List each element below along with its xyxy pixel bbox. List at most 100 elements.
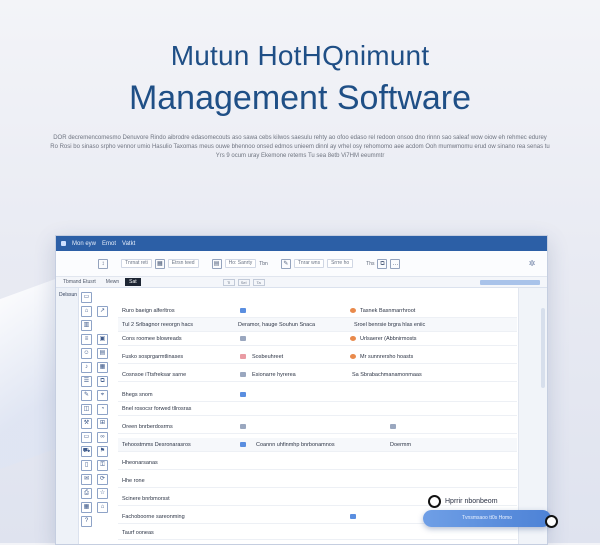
list-item[interactable]: Bnel rosocsr forwed tllrosras bbox=[118, 402, 517, 416]
icon-column: ▭ ⌂ ↗ ▥ ≡ ▣ ☺ ▤ ♪ ▦ ☰ ⧉ ✎ ⌖ ◫ ◔ ⚒ ⊞ ▭ ∞ … bbox=[79, 288, 117, 544]
toolbar-group: Ths ⧉ … bbox=[366, 258, 403, 269]
status-icon bbox=[240, 308, 246, 313]
title-menu-item[interactable]: Mon eyw bbox=[72, 241, 96, 247]
row-title: Ruro baeign alferltros bbox=[122, 307, 175, 314]
row-category: Sosbeuhreet bbox=[252, 353, 284, 360]
list-item[interactable]: Bhegs snom bbox=[118, 388, 517, 402]
sync-icon[interactable]: ⟳ bbox=[97, 474, 108, 485]
grid-icon[interactable]: ▤ bbox=[211, 258, 222, 269]
list-item[interactable]: Fusko sosprgarmtlinases Sosbeuhreet Mr s… bbox=[118, 350, 517, 364]
calendar-icon[interactable]: ▦ bbox=[154, 258, 165, 269]
cart-icon[interactable]: ⊞ bbox=[97, 418, 108, 429]
status-icon bbox=[350, 336, 356, 341]
filter-field[interactable]: Etrsn teed bbox=[167, 259, 199, 268]
toolbar-text: Ths bbox=[366, 260, 375, 267]
flag-icon[interactable]: ⚑ bbox=[97, 446, 108, 457]
list-item[interactable]: Oreen bnrberdosrms bbox=[118, 420, 517, 434]
tab-menu[interactable]: Mewn bbox=[102, 278, 123, 286]
row-title: Taurf ooneas bbox=[122, 529, 154, 536]
pin-icon[interactable]: ✎ bbox=[280, 258, 291, 269]
scrollbar[interactable] bbox=[518, 288, 547, 544]
hero-title-line2: Management Software bbox=[128, 79, 472, 117]
filter-field[interactable]: Srrre ho bbox=[327, 259, 354, 268]
list-icon[interactable]: ≡ bbox=[81, 334, 92, 345]
tab-overview[interactable]: Tbmand Etusrt bbox=[59, 278, 100, 286]
link-icon[interactable]: ⧉ bbox=[377, 258, 388, 269]
list-item[interactable]: Ruro baeign alferltros Tasnek Basnmarrhr… bbox=[118, 304, 517, 318]
list-item[interactable]: Cons roomee blowreads Urlsaerer (Abbnirm… bbox=[118, 332, 517, 346]
edit-icon[interactable]: ✎ bbox=[81, 390, 92, 401]
chart-icon[interactable]: ▥ bbox=[81, 320, 92, 331]
folder-icon[interactable]: ▭ bbox=[81, 292, 92, 303]
stack-icon[interactable]: ☰ bbox=[81, 376, 92, 387]
status-icon bbox=[240, 372, 246, 377]
grid-small-icon[interactable]: ▦ bbox=[97, 362, 108, 373]
box-icon[interactable]: ▣ bbox=[97, 334, 108, 345]
inbox-icon[interactable]: ▭ bbox=[81, 432, 92, 443]
row-title: Hheonarsanas bbox=[122, 459, 158, 466]
app-logo-icon bbox=[61, 241, 66, 246]
filter-field[interactable]: Ho: Sanrty bbox=[224, 259, 257, 268]
list-item[interactable]: Tul 2 Srlbagnor reeorgn hacs Deramor, ha… bbox=[118, 318, 517, 332]
list-item[interactable]: Hheonarsanas bbox=[118, 456, 517, 470]
row-detail: Urlsaerer (Abbnirmosts bbox=[360, 335, 417, 342]
tab-active[interactable]: Sat bbox=[125, 278, 141, 286]
sidebar-label[interactable]: Delssun bbox=[56, 288, 78, 298]
row-title: Cosnsoe iTtsfreksar sarne bbox=[122, 371, 187, 378]
floating-action-button[interactable]: Tvnsmsaoo tt0s Homo bbox=[423, 510, 558, 528]
user-icon[interactable]: ☺ bbox=[81, 348, 92, 359]
row-detail: Sa Sbrabachmanamonmaas bbox=[352, 371, 422, 378]
toolbar-group: ↕ bbox=[98, 258, 111, 269]
copy-icon[interactable]: ⧉ bbox=[97, 376, 108, 387]
status-icon bbox=[350, 514, 356, 519]
toolbar: ↕ Tnrnat reti ▦ Etrsn teed ▤ Ho: Sanrty … bbox=[56, 251, 547, 277]
settings-sparkle-icon[interactable]: ✲ bbox=[527, 259, 537, 269]
row-title: Tehoostmms Desronarasros bbox=[122, 441, 191, 448]
sort-icon[interactable]: ↕ bbox=[98, 258, 108, 269]
sidebar: Delssun bbox=[56, 288, 79, 544]
tag-icon[interactable]: ⌂ bbox=[81, 306, 92, 317]
list-item[interactable]: Taurf ooneas bbox=[118, 526, 517, 540]
floating-label: Hprrir nbonbeom bbox=[428, 495, 498, 508]
tools-icon[interactable]: ⚒ bbox=[81, 418, 92, 429]
lock-icon[interactable]: ⌂ bbox=[97, 502, 108, 513]
clock-icon[interactable]: ◔ bbox=[97, 404, 108, 415]
archive-icon[interactable]: ▦ bbox=[81, 502, 92, 513]
row-title: Bhegs snom bbox=[122, 391, 153, 398]
scrollbar-thumb[interactable] bbox=[541, 308, 545, 388]
key-icon[interactable]: ⚿ bbox=[97, 460, 108, 471]
status-icon bbox=[240, 442, 246, 447]
row-title: Oreen bnrberdosrms bbox=[122, 423, 173, 430]
floating-label-text: Hprrir nbonbeom bbox=[445, 498, 498, 505]
tab-filter-box[interactable]: Ta bbox=[252, 278, 265, 286]
star-icon[interactable]: ☆ bbox=[97, 488, 108, 499]
list-item[interactable]: Cosnsoe iTtsfreksar sarne Esionarre hyre… bbox=[118, 368, 517, 382]
list-item[interactable]: Hhe rone bbox=[118, 474, 517, 488]
arrow-icon[interactable]: ↗ bbox=[97, 306, 108, 317]
filter-field[interactable]: Tnrar wns bbox=[293, 259, 325, 268]
drag-handle-icon[interactable] bbox=[545, 515, 558, 528]
tab-filter-box[interactable]: Ti bbox=[222, 278, 235, 286]
link-small-icon[interactable]: ∞ bbox=[97, 432, 108, 443]
map-icon[interactable]: ⌖ bbox=[97, 390, 108, 401]
status-icon bbox=[240, 336, 246, 341]
hero-headline: Mutun HotHQnimunt Management Software bbox=[0, 40, 600, 118]
list-item[interactable]: Tehoostmms Desronarasros Coannn uhfinmhp… bbox=[118, 438, 517, 452]
help-icon[interactable]: ? bbox=[81, 516, 92, 527]
more-icon[interactable]: … bbox=[390, 258, 401, 269]
hero-description-line: DOR decremencomesmo Denuvore Rindo aibro… bbox=[53, 135, 547, 141]
bell-icon[interactable]: ♪ bbox=[81, 362, 92, 373]
row-title: Tul 2 Srlbagnor reeorgn hacs bbox=[122, 321, 194, 328]
title-menu-item[interactable]: Vatkt bbox=[122, 241, 135, 247]
tab-filter-box[interactable]: Sel bbox=[237, 278, 250, 286]
title-menu-item[interactable]: Emot bbox=[102, 241, 116, 247]
doc-icon[interactable]: ▤ bbox=[97, 348, 108, 359]
status-icon bbox=[350, 308, 356, 313]
mail-icon[interactable]: ✉ bbox=[81, 474, 92, 485]
filter-field[interactable]: Tnrnat reti bbox=[121, 259, 152, 268]
receipt-icon[interactable]: ▯ bbox=[81, 460, 92, 471]
truck-icon[interactable]: ⛟ bbox=[81, 446, 92, 457]
layers-icon[interactable]: ◫ bbox=[81, 404, 92, 415]
status-icon bbox=[240, 354, 246, 359]
print-icon[interactable]: ⎙ bbox=[81, 488, 92, 499]
